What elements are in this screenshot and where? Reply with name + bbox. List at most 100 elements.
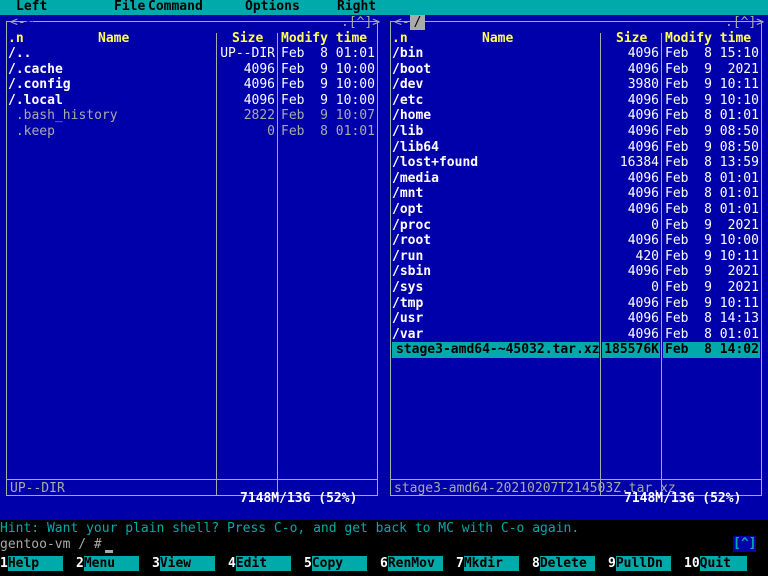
left-panel-frame-top — [6, 21, 378, 22]
left-col-sortorder[interactable]: .n — [8, 31, 24, 47]
table-row[interactable]: /media 4096 Feb 8 01:01 — [384, 171, 768, 187]
fnkey-view[interactable]: 3View — [152, 556, 228, 573]
file-mtime: Feb 9 10:07 — [281, 108, 375, 124]
table-row[interactable]: /boot 4096 Feb 9 2021 — [384, 62, 768, 78]
file-name: /root — [392, 233, 432, 249]
table-row[interactable]: .bash_history 2822 Feb 9 10:07 — [0, 108, 384, 124]
table-row[interactable]: /dev 3980 Feb 9 10:11 — [384, 77, 768, 93]
file-name: /tmp — [392, 295, 424, 311]
file-name: /.config — [8, 77, 71, 93]
file-mtime: Feb 9 10:00 — [665, 233, 759, 249]
fnkey-label: PullDn — [615, 556, 671, 571]
right-panel[interactable]: <- / .[^]> .n Name Size Modify time /bin 4… — [384, 15, 768, 520]
left-panel-corner-marks[interactable]: .[^]> — [341, 15, 380, 31]
right-panel-corner-marks[interactable]: .[^]> — [725, 15, 764, 31]
file-name: /run — [392, 248, 424, 264]
fnkey-number: 2 — [76, 556, 84, 571]
left-col-mtime[interactable]: Modify time — [281, 31, 367, 47]
menu-item-right[interactable]: Right — [337, 0, 376, 15]
table-row[interactable]: stage3-amd64-~45032.tar.xz 185576K Feb 8 1… — [384, 342, 768, 358]
fnkey-help[interactable]: 1Help — [0, 556, 76, 573]
fnkey-mkdir[interactable]: 7Mkdir — [456, 556, 532, 573]
fnkey-number: 6 — [380, 556, 388, 571]
left-panel-path-title[interactable]: <-~ — [10, 15, 33, 31]
file-size: 4096 — [627, 295, 659, 311]
left-file-list[interactable]: /.. UP--DIR Feb 8 01:01 /.cache 4096 Feb 9 10… — [0, 46, 384, 140]
table-row[interactable]: /.local 4096 Feb 9 10:00 — [0, 93, 384, 109]
menu-item-file[interactable]: File — [114, 0, 145, 15]
right-col-name[interactable]: Name — [482, 31, 513, 47]
file-size: 0 — [267, 123, 275, 139]
fnkey-label: RenMov — [387, 556, 443, 571]
table-row[interactable]: /lost+found 16384 Feb 8 13:59 — [384, 155, 768, 171]
table-row[interactable]: /proc 0 Feb 9 2021 — [384, 218, 768, 234]
table-row[interactable]: /run 420 Feb 9 10:11 — [384, 249, 768, 265]
file-mtime: Feb 8 01:01 — [665, 186, 759, 202]
table-row[interactable]: /etc 4096 Feb 9 10:10 — [384, 93, 768, 109]
file-name: .bash_history — [8, 108, 118, 124]
file-name: /sbin — [392, 264, 432, 280]
fnkey-copy[interactable]: 5Copy — [304, 556, 380, 573]
left-col-size[interactable]: Size — [232, 31, 263, 47]
table-row[interactable]: /.cache 4096 Feb 9 10:00 — [0, 62, 384, 78]
menu-item-left[interactable]: Left — [16, 0, 47, 15]
right-col-sortorder[interactable]: .n — [392, 31, 408, 47]
table-row[interactable]: /bin 4096 Feb 8 15:10 — [384, 46, 768, 62]
menu-item-command[interactable]: Command — [148, 0, 203, 15]
file-size: 4096 — [627, 108, 659, 124]
table-row[interactable]: .keep 0 Feb 8 01:01 — [0, 124, 384, 140]
file-size: UP--DIR — [220, 46, 275, 61]
left-col-name[interactable]: Name — [98, 31, 129, 47]
table-row[interactable]: /mnt 4096 Feb 8 01:01 — [384, 186, 768, 202]
right-col-mtime[interactable]: Modify time — [665, 31, 751, 47]
fnkey-label: Mkdir — [463, 556, 519, 571]
fnkey-quit[interactable]: 10Quit — [684, 556, 768, 573]
file-name: /lost+found — [392, 155, 479, 171]
left-mini-status: UP--DIR — [10, 481, 65, 496]
fnkey-number: 10 — [684, 556, 700, 571]
right-file-list[interactable]: /bin 4096 Feb 8 15:10/boot 4096 Feb 9 2021/d… — [384, 46, 768, 358]
fnkey-label: Help — [7, 556, 63, 571]
fnkey-label: Quit — [699, 556, 747, 571]
fnkey-label: View — [159, 556, 215, 571]
table-row[interactable]: /usr 4096 Feb 8 14:13 — [384, 311, 768, 327]
left-panel[interactable]: <-~ .[^]> .n Name Size Modify time /.. UP… — [0, 15, 384, 520]
file-mtime: Feb 8 15:10 — [665, 46, 759, 61]
menu-item-options[interactable]: Options — [245, 0, 300, 15]
table-row[interactable]: /lib64 4096 Feb 9 08:50 — [384, 140, 768, 156]
right-panel-path-title[interactable]: <- / — [394, 15, 426, 31]
table-row[interactable]: /var 4096 Feb 8 01:01 — [384, 327, 768, 343]
file-size: 2822 — [243, 108, 275, 124]
file-size: 4096 — [243, 92, 275, 108]
file-mtime: Feb 9 10:00 — [281, 92, 375, 108]
file-name: stage3-amd64-~45032.tar.xz — [396, 342, 600, 358]
fnkey-delete[interactable]: 8Delete — [532, 556, 608, 573]
table-row[interactable]: /opt 4096 Feb 8 01:01 — [384, 202, 768, 218]
file-name: /mnt — [392, 186, 424, 202]
fnkey-pulldn[interactable]: 9PullDn — [608, 556, 684, 573]
table-row[interactable]: /sbin 4096 Feb 9 2021 — [384, 264, 768, 280]
file-mtime: Feb 9 10:00 — [281, 61, 375, 77]
file-mtime: Feb 8 13:59 — [665, 155, 759, 171]
scroll-caret-indicator[interactable]: [^] — [733, 536, 757, 552]
fnkey-menu[interactable]: 2Menu — [76, 556, 152, 573]
file-mtime: Feb 8 01:01 — [665, 326, 759, 342]
table-row[interactable]: /sys 0 Feb 9 2021 — [384, 280, 768, 296]
fnkey-renmov[interactable]: 6RenMov — [380, 556, 456, 573]
table-row[interactable]: /tmp 4096 Feb 9 10:11 — [384, 296, 768, 312]
table-row[interactable]: /home 4096 Feb 8 01:01 — [384, 108, 768, 124]
table-row[interactable]: /.config 4096 Feb 9 10:00 — [0, 77, 384, 93]
right-free-space: 7148M/13G (52%) — [624, 491, 742, 506]
table-row[interactable]: /lib 4096 Feb 9 08:50 — [384, 124, 768, 140]
function-key-bar: 1Help 2Menu 3View 4Edit 5Copy 6RenMov 7M… — [0, 556, 768, 576]
file-mtime: Feb 8 01:01 — [281, 46, 375, 61]
fnkey-edit[interactable]: 4Edit — [228, 556, 304, 573]
shell-prompt[interactable]: gentoo-vm / # — [0, 537, 768, 553]
table-row[interactable]: /.. UP--DIR Feb 8 01:01 — [0, 46, 384, 62]
left-panel-mini-sep — [6, 479, 378, 480]
right-col-size[interactable]: Size — [616, 31, 647, 47]
file-size: 420 — [635, 248, 659, 264]
table-row[interactable]: /root 4096 Feb 9 10:00 — [384, 233, 768, 249]
file-size: 4096 — [627, 326, 659, 342]
fnkey-number: 8 — [532, 556, 540, 571]
